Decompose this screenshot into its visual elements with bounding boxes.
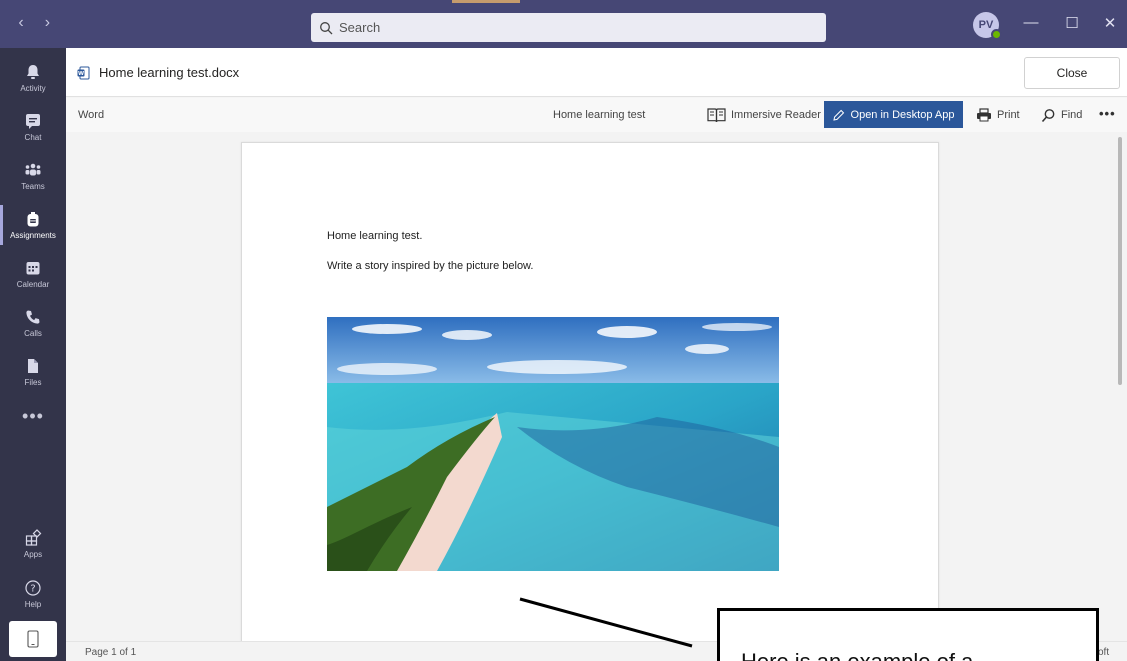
rail-item-help[interactable]: ? Help — [0, 570, 66, 618]
rail-label: Calls — [24, 329, 42, 338]
status-text-right: oft — [1098, 647, 1110, 658]
svg-text:W: W — [78, 71, 84, 77]
document-title: Home learning test — [553, 109, 646, 121]
rail-item-assignments[interactable]: Assignments — [0, 201, 66, 249]
immersive-reader-button[interactable]: Immersive Reader — [707, 102, 821, 128]
rail-item-chat[interactable]: Chat — [0, 103, 66, 151]
forward-arrow-icon[interactable]: › — [36, 14, 58, 32]
annotation-text: Here is an example of a — [741, 649, 973, 661]
rail-item-calls[interactable]: Calls — [0, 299, 66, 347]
close-window-icon[interactable]: ✕ — [1098, 14, 1122, 32]
rail-label: Assignments — [10, 231, 56, 240]
word-file-icon: W — [77, 66, 90, 80]
vertical-scrollbar[interactable] — [1118, 137, 1122, 385]
file-header: W Home learning test.docx Close — [66, 48, 1127, 97]
rail-label: Activity — [20, 84, 46, 93]
document-instruction: Write a story inspired by the picture be… — [327, 260, 534, 272]
file-name: Home learning test.docx — [99, 65, 240, 80]
title-bar: ‹ › PV — ☐ ✕ — [0, 0, 1127, 48]
backpack-icon — [27, 212, 39, 227]
print-label: Print — [997, 109, 1020, 121]
rail-item-files[interactable]: Files — [0, 348, 66, 396]
rail-label: Calendar — [16, 280, 50, 289]
rail-item-calendar[interactable]: Calendar — [0, 250, 66, 298]
rail-label: Chat — [24, 133, 42, 142]
page-count: Page 1 of 1 — [85, 647, 137, 658]
print-button[interactable]: Print — [976, 102, 1020, 128]
apps-icon — [25, 529, 42, 546]
bell-icon — [27, 65, 39, 79]
search-input[interactable] — [339, 20, 799, 35]
rail-label: Apps — [23, 550, 43, 559]
open-in-desktop-label: Open in Desktop App — [850, 108, 955, 121]
find-icon — [1041, 108, 1055, 122]
beach-picture — [327, 317, 779, 571]
nav-arrows: ‹ › — [10, 14, 58, 32]
app-name: Word — [78, 109, 105, 121]
phone-icon — [26, 310, 40, 324]
svg-text:?: ? — [30, 584, 35, 595]
open-in-desktop-button[interactable]: Open in Desktop App — [824, 101, 963, 128]
help-icon: ? — [25, 580, 41, 596]
rail-item-teams[interactable]: Teams — [0, 152, 66, 200]
find-label: Find — [1061, 109, 1083, 121]
find-button[interactable]: Find — [1041, 102, 1082, 128]
maximize-icon[interactable]: ☐ — [1060, 14, 1084, 32]
rail-label: Help — [24, 600, 42, 609]
file-icon — [28, 359, 38, 373]
user-avatar[interactable]: PV — [973, 12, 1002, 40]
immersive-reader-label: Immersive Reader — [731, 109, 821, 121]
rail-item-apps[interactable]: Apps — [0, 520, 66, 568]
search-icon — [320, 21, 333, 34]
device-button[interactable] — [9, 621, 57, 657]
rail-label: Teams — [21, 182, 45, 191]
back-arrow-icon[interactable]: ‹ — [10, 14, 32, 32]
title-accent-strip — [452, 0, 520, 3]
search-box[interactable] — [311, 13, 826, 42]
presence-status-icon — [991, 29, 1002, 40]
annotation-callout: Here is an example of a — [717, 608, 1099, 661]
mobile-device-icon — [27, 630, 39, 648]
pencil-icon — [832, 109, 844, 121]
immersive-reader-icon — [707, 107, 726, 122]
more-apps-icon[interactable]: ••• — [0, 406, 66, 427]
app-rail: Activity Chat Teams Assignments Calendar… — [0, 48, 66, 661]
avatar-initials: PV — [978, 19, 994, 31]
close-button[interactable]: Close — [1024, 57, 1120, 89]
more-options-icon[interactable]: ••• — [1099, 106, 1116, 121]
rail-label: Files — [24, 378, 42, 387]
callout-pointer-line — [519, 597, 693, 648]
teams-icon — [25, 163, 41, 176]
document-heading: Home learning test. — [327, 230, 423, 242]
minimize-icon[interactable]: — — [1019, 14, 1043, 31]
word-toolbar: Word Home learning test Immersive Reader… — [66, 98, 1127, 132]
chat-icon — [26, 114, 40, 129]
document-area: Home learning test. Write a story inspir… — [66, 132, 1127, 641]
document-page: Home learning test. Write a story inspir… — [241, 142, 939, 641]
calendar-icon — [26, 262, 40, 275]
rail-item-activity[interactable]: Activity — [0, 54, 66, 102]
printer-icon — [977, 108, 991, 122]
